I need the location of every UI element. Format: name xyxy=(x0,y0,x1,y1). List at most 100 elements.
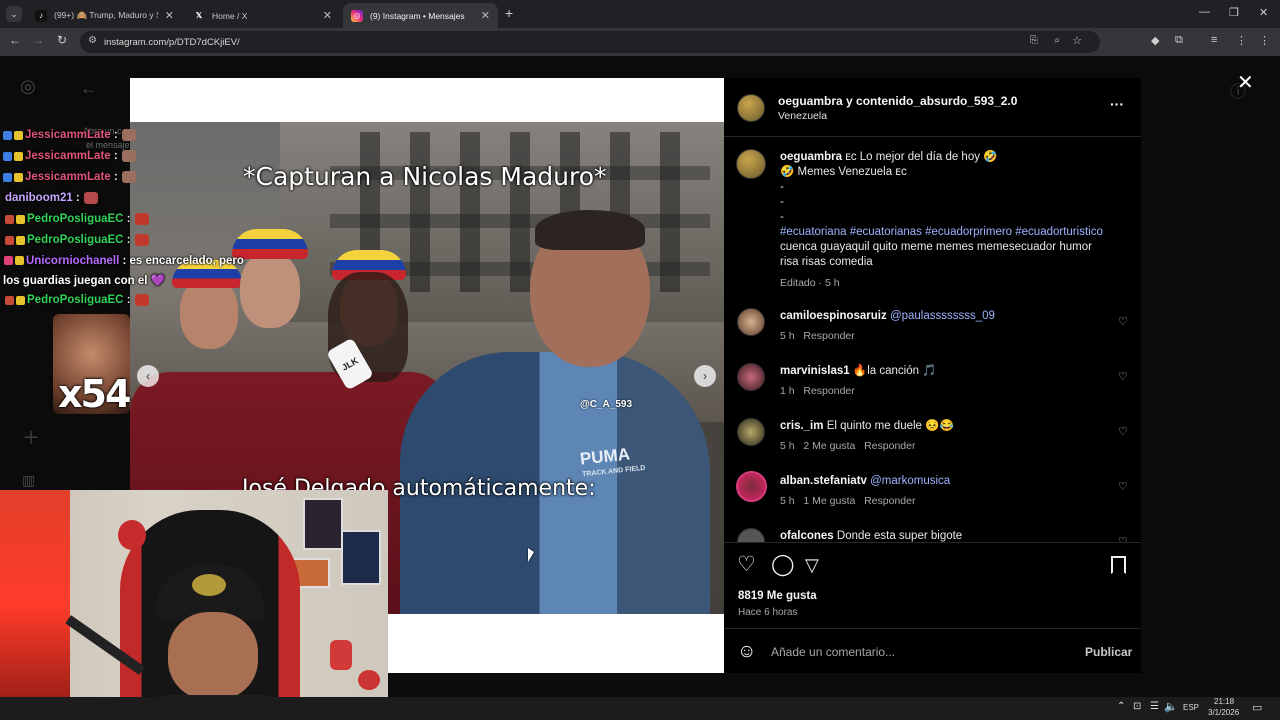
like-count[interactable]: 8819 Me gusta xyxy=(738,590,817,602)
video-watermark: @C_A_593 xyxy=(580,399,633,410)
caption-tags-1: cuenca guayaquil quito meme memes memese… xyxy=(780,241,1092,253)
more-options-icon[interactable]: ··· xyxy=(1110,96,1124,112)
comment-like-icon[interactable]: ♡ xyxy=(1118,370,1128,383)
comment-mention[interactable]: @paulassssssss_09 xyxy=(890,310,995,322)
comment-avatar[interactable] xyxy=(737,308,765,336)
close-modal-icon[interactable]: ✕ xyxy=(1237,70,1254,95)
caption-line-1: ᴇᴄ Lo mejor del día de hoy 🤣 xyxy=(845,151,998,163)
extension-diamond-icon[interactable]: ◆ xyxy=(1151,34,1159,47)
comment-username[interactable]: ofalcones xyxy=(780,530,834,542)
comment-item: camiloespinosaruiz @paulassssssss_09 5 h… xyxy=(724,306,1141,361)
badge-icon xyxy=(5,235,14,245)
reload-icon[interactable]: ↻ xyxy=(53,33,71,47)
chat-text: : xyxy=(123,213,131,226)
chat-text: : es encarcelado, pero xyxy=(119,255,244,267)
notifications-icon[interactable]: ▭ xyxy=(1252,701,1262,714)
post-author[interactable]: oeguambra y contenido_absurdo_593_2.0 xyxy=(778,94,1017,108)
tab-search-button[interactable]: ⌄ xyxy=(6,6,22,22)
comment-avatar[interactable] xyxy=(737,528,765,542)
comment-like-icon[interactable]: ♡ xyxy=(1118,480,1128,493)
comment-icon[interactable]: ◯ xyxy=(771,552,795,577)
comment-body: ofalcones Donde esta super bigote xyxy=(780,529,962,542)
caption-username[interactable]: oeguambra xyxy=(780,151,842,163)
tab-x-home[interactable]: 𝕏 Home / X ✕ xyxy=(185,3,340,28)
forward-icon[interactable]: → xyxy=(29,33,47,47)
author-avatar[interactable] xyxy=(737,94,765,122)
clock-time[interactable]: 21:18 xyxy=(1214,697,1234,706)
close-window-icon[interactable]: ✕ xyxy=(1259,6,1268,19)
next-media-button[interactable]: › xyxy=(694,365,716,387)
comment-reply-button[interactable]: Responder xyxy=(803,330,854,342)
comment-input[interactable]: Añade un comentario... xyxy=(771,645,1071,659)
post-details-panel: oeguambra y contenido_absurdo_593_2.0 Ve… xyxy=(724,78,1141,673)
comment-item: alban.stefaniatv @markomusica 5 h 1 Me g… xyxy=(724,471,1141,526)
comment-avatar[interactable] xyxy=(737,418,765,446)
minimize-icon[interactable]: — xyxy=(1199,6,1210,18)
extensions-icon[interactable]: ⧉ xyxy=(1175,34,1183,47)
media-control-icon[interactable]: ≡ xyxy=(1211,34,1217,46)
comment-mention[interactable]: @markomusica xyxy=(870,475,950,487)
chat-message: Unicorniochanell : es encarcelado, pero xyxy=(4,255,244,267)
chat-message: JessicammLate : xyxy=(3,129,136,141)
close-tab-icon[interactable]: ✕ xyxy=(481,9,490,22)
comment-item: marvinislas1 🔥la canción 🎵 1 h Responder… xyxy=(724,361,1141,416)
profile-icon[interactable]: ⋮ xyxy=(1236,34,1247,47)
publish-button[interactable]: Publicar xyxy=(1085,645,1132,659)
comment-avatar[interactable] xyxy=(737,363,765,391)
caption-dash: - xyxy=(780,181,784,193)
badge-icon xyxy=(5,295,14,305)
tray-chevron-icon[interactable]: ⌃ xyxy=(1117,701,1125,712)
like-icon[interactable]: ♡ xyxy=(737,552,756,577)
comment-body: marvinislas1 🔥la canción 🎵 xyxy=(780,364,937,379)
zoom-icon[interactable]: ⌕ xyxy=(1054,35,1060,46)
chat-text: los guardias juegan con el 💜 xyxy=(3,275,165,287)
network-icon[interactable]: ⊡ xyxy=(1133,701,1141,712)
comment-username[interactable]: camiloespinosaruiz xyxy=(780,310,887,322)
save-bookmark-icon[interactable] xyxy=(1111,556,1126,574)
comment-meta: 1 h Responder xyxy=(780,385,855,397)
comment-time: 1 h xyxy=(780,385,795,397)
cap-logo xyxy=(192,574,226,596)
comment-reply-button[interactable]: Responder xyxy=(864,495,915,507)
comment-username[interactable]: cris._im xyxy=(780,420,823,432)
close-tab-icon[interactable]: ✕ xyxy=(165,9,174,22)
comment-username[interactable]: alban.stefaniatv xyxy=(780,475,867,487)
new-tab-button[interactable]: + xyxy=(505,5,513,21)
chat-text: : xyxy=(123,294,131,307)
close-tab-icon[interactable]: ✕ xyxy=(323,9,332,22)
language-indicator[interactable]: ESP xyxy=(1183,703,1199,712)
badge-icon xyxy=(16,235,25,245)
tab-title: (9) Instagram • Mensajes xyxy=(370,10,465,21)
back-icon[interactable]: ← xyxy=(6,33,24,47)
chat-message: PedroPosliguaEC : xyxy=(5,213,149,225)
comment-like-count[interactable]: 2 Me gusta xyxy=(803,440,855,452)
emoji-icon[interactable]: ☺ xyxy=(737,641,756,663)
previous-media-button[interactable]: ‹ xyxy=(137,365,159,387)
wifi-icon[interactable]: ☰ xyxy=(1150,701,1159,712)
chat-message: PedroPosliguaEC : xyxy=(5,234,149,246)
clock-date[interactable]: 3/1/2026 xyxy=(1208,708,1239,717)
comment-text: 🔥la canción 🎵 xyxy=(852,365,937,377)
comment-like-icon[interactable]: ♡ xyxy=(1118,315,1128,328)
comment-like-icon[interactable]: ♡ xyxy=(1118,535,1128,542)
comment-reply-button[interactable]: Responder xyxy=(864,440,915,452)
address-bar[interactable]: ⚙ instagram.com/p/DTD7dCKjiEV/ ⎘ ⌕ ☆ xyxy=(80,31,1100,53)
comment-like-count[interactable]: 1 Me gusta xyxy=(803,495,855,507)
tab-instagram[interactable]: ◎ (9) Instagram • Mensajes ✕ xyxy=(343,3,498,28)
volume-icon[interactable]: 🔈 xyxy=(1164,700,1178,713)
comment-like-icon[interactable]: ♡ xyxy=(1118,425,1128,438)
share-icon[interactable]: ▽ xyxy=(805,555,819,576)
comment-time: 5 h xyxy=(780,330,795,342)
site-info-icon[interactable]: ⚙ xyxy=(88,35,97,46)
bookmark-star-icon[interactable]: ☆ xyxy=(1072,34,1082,47)
tab-tiktok[interactable]: ♪ (99+) 🙈 Trump, Maduro y Sán ✕ xyxy=(27,3,182,28)
comment-username[interactable]: marvinislas1 xyxy=(780,365,850,377)
comment-reply-button[interactable]: Responder xyxy=(803,385,854,397)
install-app-icon[interactable]: ⎘ xyxy=(1030,35,1038,46)
restore-icon[interactable]: ❐ xyxy=(1229,6,1239,19)
post-location[interactable]: Venezuela xyxy=(778,110,827,122)
menu-icon[interactable]: ⋮ xyxy=(1259,34,1270,47)
comment-avatar[interactable] xyxy=(736,471,767,502)
caption-hashtags[interactable]: #ecuatoriana #ecuatorianas #ecuadorprime… xyxy=(780,226,1103,238)
caption-avatar[interactable] xyxy=(736,149,766,179)
